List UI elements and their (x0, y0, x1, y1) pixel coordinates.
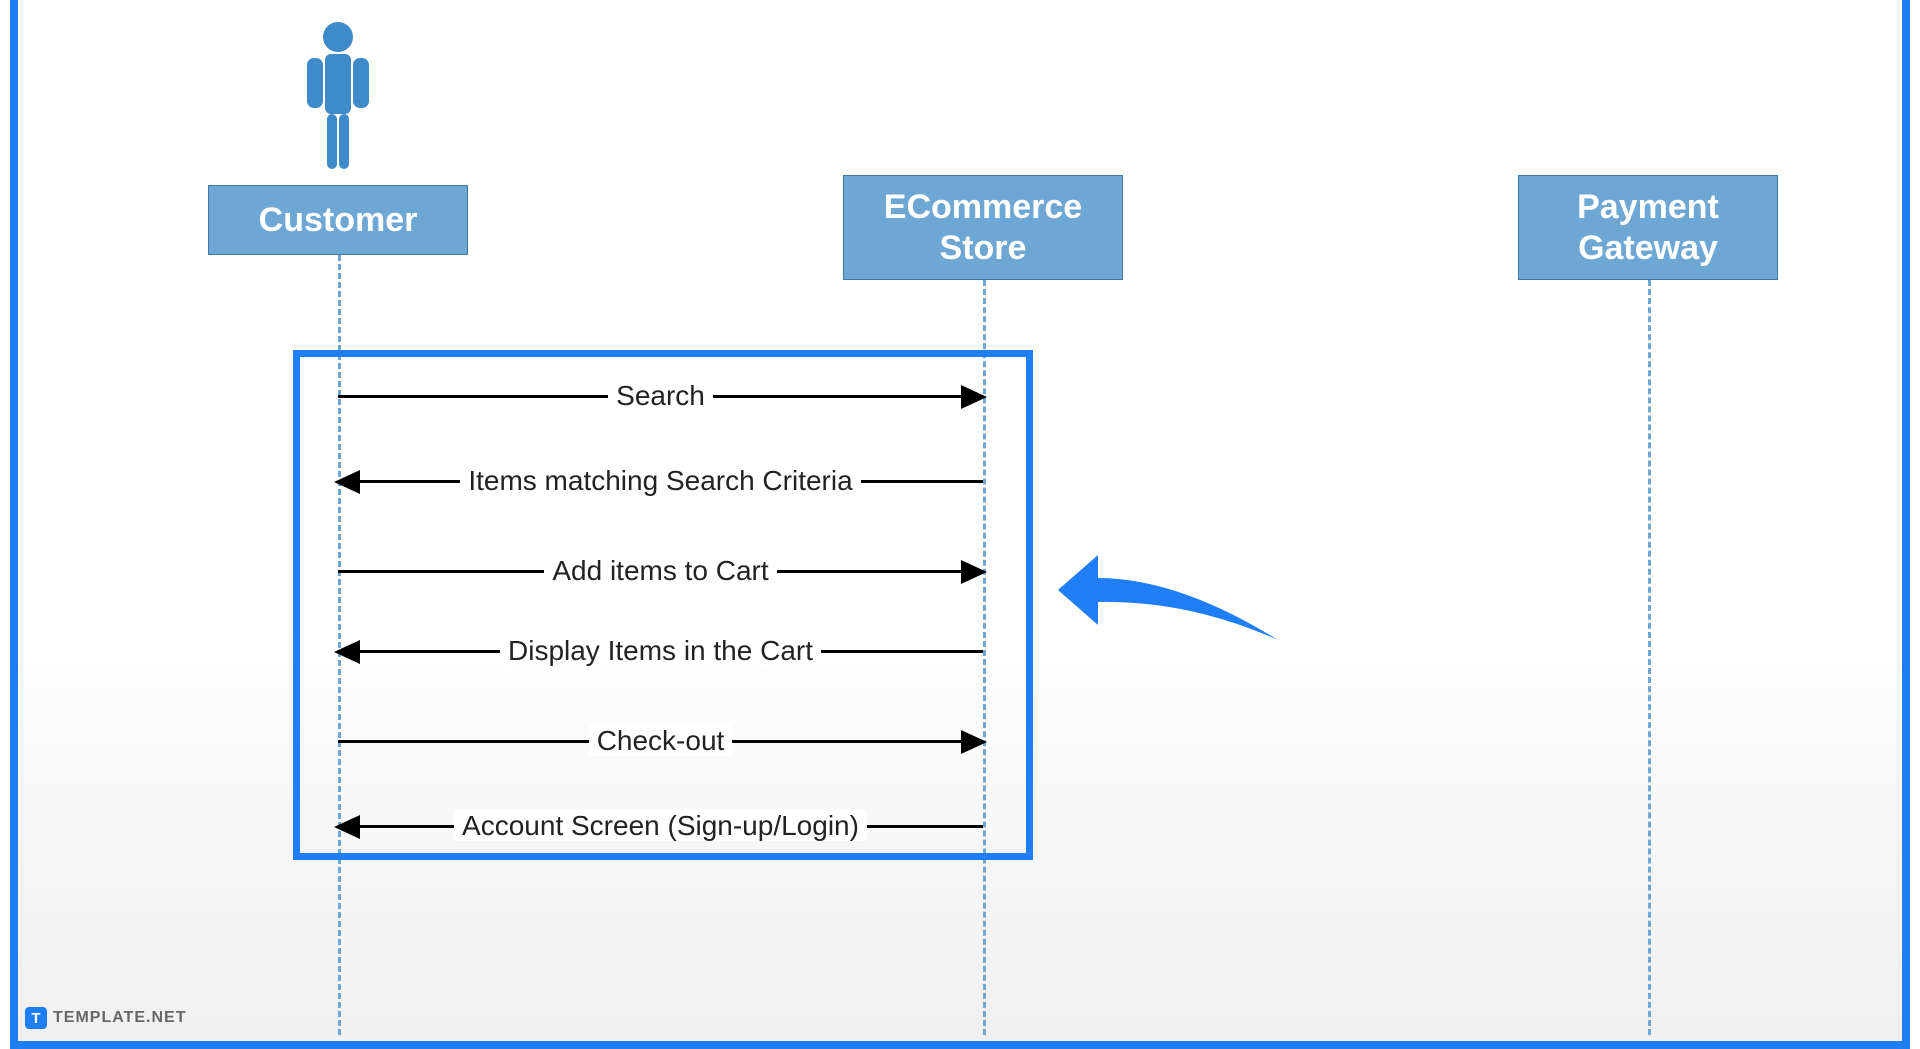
message-items-matching: Items matching Search Criteria (338, 480, 983, 483)
message-search: Search (338, 395, 983, 398)
actor-payment-label-2: Gateway (1578, 228, 1718, 269)
message-account-screen-label: Account Screen (Sign-up/Login) (454, 810, 867, 841)
message-display-cart-label: Display Items in the Cart (500, 635, 821, 666)
actor-customer-label: Customer (259, 200, 418, 241)
actor-ecommerce-store: ECommerce Store (843, 175, 1123, 280)
diagram-frame: Customer ECommerce Store Payment Gateway… (10, 0, 1910, 1049)
actor-ecommerce-label-2: Store (940, 228, 1027, 269)
actor-payment-label-1: Payment (1577, 187, 1719, 228)
message-checkout-label: Check-out (589, 725, 733, 756)
actor-ecommerce-label-1: ECommerce (884, 187, 1082, 228)
customer-actor-icon (303, 20, 373, 180)
watermark-text: TEMPLATE.NET (53, 1009, 186, 1027)
actor-payment-gateway: Payment Gateway (1518, 175, 1778, 280)
message-add-to-cart-label: Add items to Cart (544, 555, 776, 586)
lifeline-payment (1648, 280, 1651, 1035)
watermark-badge-icon: T (25, 1007, 47, 1029)
selection-highlight (293, 350, 1033, 860)
message-display-cart: Display Items in the Cart (338, 650, 983, 653)
message-add-to-cart: Add items to Cart (338, 570, 983, 573)
callout-arrow-icon (1038, 530, 1298, 650)
message-search-label: Search (608, 380, 713, 411)
message-account-screen: Account Screen (Sign-up/Login) (338, 825, 983, 828)
message-checkout: Check-out (338, 740, 983, 743)
actor-customer: Customer (208, 185, 468, 255)
message-items-matching-label: Items matching Search Criteria (460, 465, 860, 496)
watermark: T TEMPLATE.NET (25, 1007, 186, 1029)
